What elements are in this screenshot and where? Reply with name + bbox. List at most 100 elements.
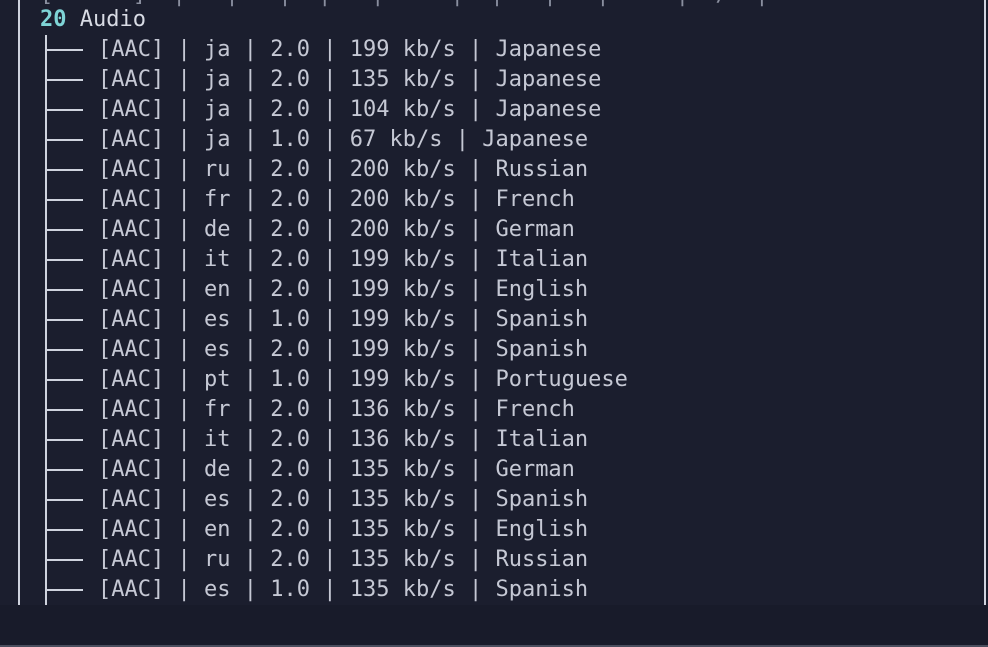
track-lang-code: es xyxy=(203,307,231,332)
field-separator: | xyxy=(230,217,271,242)
track-language-name: Russian xyxy=(495,547,589,572)
track-fields: [AAC] | de | 2.0 | 135 kb/s | German xyxy=(98,455,575,485)
field-separator: | xyxy=(309,307,350,332)
tree-branch xyxy=(47,289,83,291)
track-channels: 2.0 xyxy=(270,37,310,62)
field-separator: | xyxy=(164,427,204,452)
right-border xyxy=(984,0,986,605)
track-bitrate: 67 kb/s xyxy=(349,127,443,152)
track-fields: [AAC] | fr | 2.0 | 136 kb/s | French xyxy=(98,395,575,425)
track-language-name: Japanese xyxy=(495,97,602,122)
tree-branch xyxy=(47,229,83,231)
track-codec: [AAC] xyxy=(98,97,165,122)
track-lang-code: de xyxy=(203,217,231,242)
field-separator: | xyxy=(309,367,350,392)
field-separator: | xyxy=(164,307,204,332)
track-language-name: Spanish xyxy=(495,577,589,602)
track-codec: [AAC] xyxy=(98,67,165,92)
field-separator: | xyxy=(455,577,496,602)
track-bitrate: 136 kb/s xyxy=(349,397,456,422)
track-lang-code: it xyxy=(203,247,231,272)
track-channels: 2.0 xyxy=(270,337,310,362)
track-row: [AAC] | pt | 1.0 | 199 kb/s | Portuguese xyxy=(47,365,628,395)
track-bitrate: 135 kb/s xyxy=(349,547,456,572)
track-fields: [AAC] | fr | 2.0 | 200 kb/s | French xyxy=(98,185,575,215)
track-bitrate: 200 kb/s xyxy=(349,157,456,182)
track-row: [AAC] | ja | 2.0 | 135 kb/s | Japanese xyxy=(47,65,628,95)
track-language-name: French xyxy=(495,397,575,422)
field-separator: | xyxy=(230,397,271,422)
track-row: [AAC] | es | 2.0 | 135 kb/s | Spanish xyxy=(47,485,628,515)
track-channels: 2.0 xyxy=(270,97,310,122)
track-channels: 2.0 xyxy=(270,427,310,452)
track-list: [AAC] | ja | 2.0 | 199 kb/s | Japanese [A… xyxy=(47,35,628,605)
track-codec: [AAC] xyxy=(98,277,165,302)
track-codec: [AAC] xyxy=(98,247,165,272)
field-separator: | xyxy=(455,97,496,122)
track-language-name: Spanish xyxy=(495,337,589,362)
track-codec: [AAC] xyxy=(98,577,165,602)
track-channels: 1.0 xyxy=(270,307,310,332)
track-codec: [AAC] xyxy=(98,217,165,242)
field-separator: | xyxy=(230,97,271,122)
track-bitrate: 200 kb/s xyxy=(349,217,456,242)
tree-branch xyxy=(47,409,83,411)
terminal-bottom-area xyxy=(0,605,988,647)
field-separator: | xyxy=(230,187,271,212)
track-row: [AAC] | es | 2.0 | 199 kb/s | Spanish xyxy=(47,335,628,365)
field-separator: | xyxy=(455,457,496,482)
track-fields: [AAC] | ru | 2.0 | 135 kb/s | Russian xyxy=(98,545,588,575)
field-separator: | xyxy=(230,577,271,602)
outer-tree-guide xyxy=(18,0,20,605)
tree-branch xyxy=(47,169,83,171)
field-separator: | xyxy=(230,547,271,572)
track-channels: 2.0 xyxy=(270,277,310,302)
tree-branch xyxy=(47,139,83,141)
tree-branch xyxy=(47,559,83,561)
tree-branch xyxy=(47,109,83,111)
track-row: [AAC] | de | 2.0 | 135 kb/s | German xyxy=(47,455,628,485)
track-row: [AAC] | en | 2.0 | 199 kb/s | English xyxy=(47,275,628,305)
track-codec: [AAC] xyxy=(98,547,165,572)
field-separator: | xyxy=(309,157,350,182)
field-separator: | xyxy=(309,97,350,122)
track-language-name: Spanish xyxy=(495,307,589,332)
track-channels: 2.0 xyxy=(270,187,310,212)
field-separator: | xyxy=(164,37,204,62)
track-lang-code: ja xyxy=(203,67,231,92)
field-separator: | xyxy=(309,247,350,272)
field-separator: | xyxy=(230,487,271,512)
track-bitrate: 199 kb/s xyxy=(349,367,456,392)
track-row: [AAC] | it | 2.0 | 199 kb/s | Italian xyxy=(47,245,628,275)
field-separator: | xyxy=(455,397,496,422)
section-count: 20 xyxy=(40,7,67,32)
track-bitrate: 135 kb/s xyxy=(349,517,456,542)
tree-branch xyxy=(47,79,83,81)
track-row: [AAC] | ja | 1.0 | 67 kb/s | Japanese xyxy=(47,125,628,155)
track-channels: 2.0 xyxy=(270,487,310,512)
field-separator: | xyxy=(455,217,496,242)
terminal-window: [ ] | | | | | | | | | | / | 20 Audio [AA… xyxy=(0,0,988,647)
track-lang-code: en xyxy=(203,277,231,302)
track-bitrate: 135 kb/s xyxy=(349,577,456,602)
track-bitrate: 135 kb/s xyxy=(349,487,456,512)
tree-branch xyxy=(47,49,83,51)
clipped-previous-line: [ ] | | | | | | | | | | / | xyxy=(40,0,768,10)
field-separator: | xyxy=(309,577,350,602)
track-fields: [AAC] | en | 2.0 | 199 kb/s | English xyxy=(98,275,588,305)
track-bitrate: 135 kb/s xyxy=(349,457,456,482)
track-bitrate: 199 kb/s xyxy=(349,37,456,62)
field-separator: | xyxy=(230,427,271,452)
track-language-name: Italian xyxy=(495,247,589,272)
track-channels: 2.0 xyxy=(270,517,310,542)
track-lang-code: es xyxy=(203,337,231,362)
tree-branch xyxy=(47,319,83,321)
field-separator: | xyxy=(230,457,271,482)
field-separator: | xyxy=(164,517,204,542)
track-lang-code: pt xyxy=(203,367,231,392)
track-fields: [AAC] | ja | 2.0 | 135 kb/s | Japanese xyxy=(98,65,601,95)
field-separator: | xyxy=(309,217,350,242)
field-separator: | xyxy=(164,367,204,392)
track-channels: 2.0 xyxy=(270,397,310,422)
track-fields: [AAC] | it | 2.0 | 136 kb/s | Italian xyxy=(98,425,588,455)
